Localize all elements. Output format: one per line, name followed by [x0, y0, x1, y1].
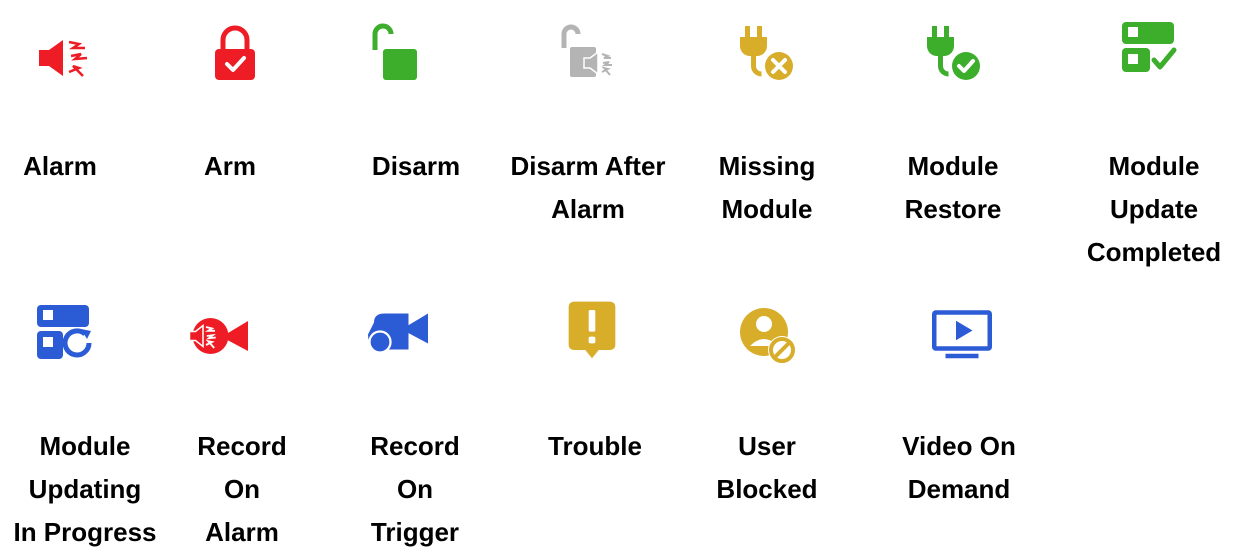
- camera-siren-icon: [188, 306, 248, 366]
- legend-label: Module Updating In Progress: [13, 431, 157, 547]
- legend-label: Alarm: [23, 151, 97, 181]
- legend-label: Disarm After Alarm: [510, 151, 666, 224]
- legend-label: User Blocked: [716, 431, 818, 504]
- legend-label: Record On Trigger: [370, 431, 460, 547]
- user-blocked-icon: [738, 306, 798, 366]
- alarm-siren-icon: [35, 28, 95, 88]
- trouble-exclamation-icon: [562, 300, 622, 360]
- legend-label: Module Restore: [904, 151, 1002, 224]
- plug-x-icon: [735, 22, 795, 82]
- plug-check-icon: [922, 22, 982, 82]
- legend-label: Record On Alarm: [197, 431, 287, 547]
- legend-label: Trouble: [548, 431, 642, 461]
- unlock-siren-icon: [558, 22, 618, 82]
- camera-trigger-icon: [368, 300, 428, 360]
- legend-label: Missing Module: [718, 151, 816, 224]
- unlock-icon: [365, 22, 425, 82]
- legend-label: Disarm: [371, 151, 461, 181]
- module-refresh-icon: [35, 303, 95, 363]
- lock-check-icon: [205, 22, 265, 82]
- video-play-icon: [932, 305, 992, 365]
- module-check-icon: [1118, 18, 1178, 78]
- legend-label: Video On Demand: [902, 431, 1016, 504]
- legend-label: Module Update Completed: [1086, 151, 1222, 267]
- legend-label: Arm: [203, 151, 256, 181]
